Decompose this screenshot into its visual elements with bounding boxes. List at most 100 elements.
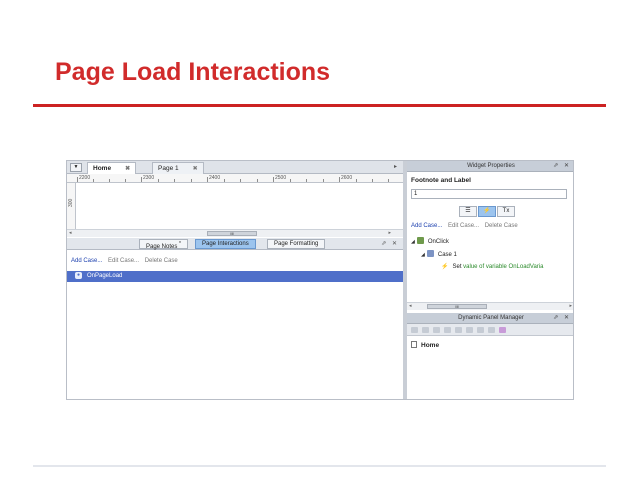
toolbar-button-icon[interactable]: [422, 327, 429, 333]
ruler-tick: [109, 179, 110, 182]
right-pane: Widget Properties ⇗ ✕ Footnote and Label…: [407, 161, 573, 399]
widget-properties-header: Widget Properties ⇗ ✕: [407, 161, 573, 172]
dpm-home-row[interactable]: Home: [411, 341, 439, 349]
dpm-toolbar: [407, 324, 573, 336]
scroll-left-icon[interactable]: ◂: [69, 230, 72, 236]
scroll-thumb[interactable]: III: [207, 231, 257, 236]
tab-page-notes[interactable]: Page Notes *: [139, 239, 188, 250]
event-label: OnPageLoad: [87, 273, 123, 279]
axure-screenshot: ▼ Home ✖ Page 1 ✖ ▸ 2200 2300 2400 2500 26…: [66, 160, 574, 400]
panel-title: Widget Properties: [467, 163, 515, 169]
expand-icon[interactable]: ◢: [411, 239, 415, 245]
ruler-mark: 2300: [143, 175, 155, 181]
toolbar-button-icon[interactable]: [433, 327, 440, 333]
tree-case-label: Case 1: [437, 252, 457, 258]
home-label: Home: [421, 342, 440, 349]
panel-title: Dynamic Panel Manager: [458, 315, 524, 321]
page-icon: [411, 341, 417, 348]
pin-close-icons[interactable]: ⇗ ✕: [553, 161, 571, 172]
toolbar-button-icon[interactable]: [455, 327, 462, 333]
tab-home-label: Home: [93, 165, 112, 172]
notes-marker: *: [179, 241, 181, 247]
ruler-tick: [158, 179, 159, 182]
ruler-tick: [356, 179, 357, 182]
edit-case-link[interactable]: Edit Case...: [448, 223, 479, 229]
horizontal-ruler: 2200 2300 2400 2500 2600: [67, 174, 403, 183]
toolbar-button-icon[interactable]: [444, 327, 451, 333]
ruler-tick: [257, 179, 258, 182]
ruler-tick: [125, 179, 126, 182]
edit-case-link[interactable]: Edit Case...: [108, 258, 139, 264]
ruler-tick: [224, 179, 225, 182]
pin-close-icons[interactable]: ⇗ ✕: [553, 313, 571, 324]
scroll-thumb[interactable]: III: [427, 304, 487, 309]
ruler-tick: [207, 177, 208, 182]
annotations-icon[interactable]: ☰: [459, 206, 477, 217]
event-icon: ●: [75, 272, 82, 279]
dynamic-panel-manager-header: Dynamic Panel Manager ⇗ ✕: [407, 313, 573, 324]
ruler-tick: [141, 177, 142, 182]
ruler-tick: [174, 179, 175, 182]
delete-case-link[interactable]: Delete Case: [485, 223, 518, 229]
add-case-link[interactable]: Add Case...: [71, 258, 102, 264]
close-icon[interactable]: ✖: [125, 166, 130, 172]
scroll-right-icon[interactable]: ▸: [388, 230, 391, 236]
ruler-mark: 2200: [79, 175, 91, 181]
case-icon: [426, 250, 434, 257]
tree-item-case-1[interactable]: ◢ Case 1: [421, 250, 457, 258]
ruler-tick: [77, 177, 78, 182]
toolbar-button-icon[interactable]: [466, 327, 473, 333]
properties-view-buttons: ☰ ⚡ Tx: [459, 206, 515, 217]
ruler-mark: 2600: [341, 175, 353, 181]
close-icon[interactable]: ✖: [193, 166, 198, 172]
tree-item-action[interactable]: ⚡ Set value of variable OnLoadVaria: [441, 263, 543, 270]
footer-rule: [33, 465, 606, 467]
case-actions: Add Case... Edit Case... Delete Case: [71, 258, 182, 264]
event-icon: [416, 237, 424, 244]
expand-icon[interactable]: ◢: [421, 252, 425, 258]
tree-event-label: OnClick: [427, 239, 449, 245]
properties-horizontal-scrollbar[interactable]: ◂ III ▸: [407, 302, 573, 310]
scroll-left-icon[interactable]: ◂: [409, 303, 412, 309]
tab-page-1[interactable]: Page 1 ✖: [152, 162, 204, 174]
toolbar-button-icon[interactable]: [477, 327, 484, 333]
ruler-tick: [93, 179, 94, 182]
page-properties-tab-bar: Page Notes * Page Interactions Page Form…: [67, 238, 403, 250]
ruler-mark: 300: [68, 198, 74, 207]
pin-close-icons[interactable]: ⇗ ✕: [381, 240, 399, 247]
tree-item-onclick[interactable]: ◢ OnClick: [411, 237, 449, 245]
design-canvas[interactable]: [77, 184, 393, 229]
ruler-tick: [290, 179, 291, 182]
slide-title: Page Load Interactions: [55, 58, 331, 86]
lightning-icon: ⚡: [441, 264, 449, 270]
ruler-tick: [191, 179, 192, 182]
tab-page-interactions[interactable]: Page Interactions: [195, 239, 256, 249]
add-case-link[interactable]: Add Case...: [411, 223, 442, 229]
text-format-icon[interactable]: Tx: [497, 206, 515, 217]
scroll-right-icon[interactable]: ▸: [569, 303, 572, 309]
ruler-tick: [339, 177, 340, 182]
ruler-tick: [323, 179, 324, 182]
event-row-onpageload[interactable]: ● OnPageLoad: [67, 271, 403, 282]
interactions-icon[interactable]: ⚡: [478, 206, 496, 217]
ruler-tick: [388, 179, 389, 182]
canvas-horizontal-scrollbar[interactable]: ◂ III ▸: [67, 229, 403, 237]
toolbar-button-icon[interactable]: [499, 327, 506, 333]
tab-page-notes-label: Page Notes: [146, 244, 178, 250]
delete-case-link[interactable]: Delete Case: [145, 258, 178, 264]
tab-page-formatting[interactable]: Page Formatting: [267, 239, 326, 249]
toolbar-button-icon[interactable]: [411, 327, 418, 333]
tab-list-dropdown[interactable]: ▼: [70, 163, 82, 172]
toolbar-button-icon[interactable]: [488, 327, 495, 333]
ruler-tick: [273, 177, 274, 182]
footnote-field[interactable]: 1: [411, 189, 567, 199]
action-prefix: Set: [452, 264, 462, 270]
scroll-tabs-right-icon[interactable]: ▸: [394, 163, 397, 170]
title-underline: [33, 104, 606, 107]
ruler-mark: 2500: [275, 175, 287, 181]
action-description: value of variable OnLoadVaria: [463, 264, 544, 270]
ruler-tick: [306, 179, 307, 182]
footnote-label: Footnote and Label: [411, 177, 471, 184]
page-tab-bar: ▼ Home ✖ Page 1 ✖ ▸: [67, 161, 403, 175]
designer-pane: ▼ Home ✖ Page 1 ✖ ▸ 2200 2300 2400 2500 26…: [67, 161, 403, 399]
